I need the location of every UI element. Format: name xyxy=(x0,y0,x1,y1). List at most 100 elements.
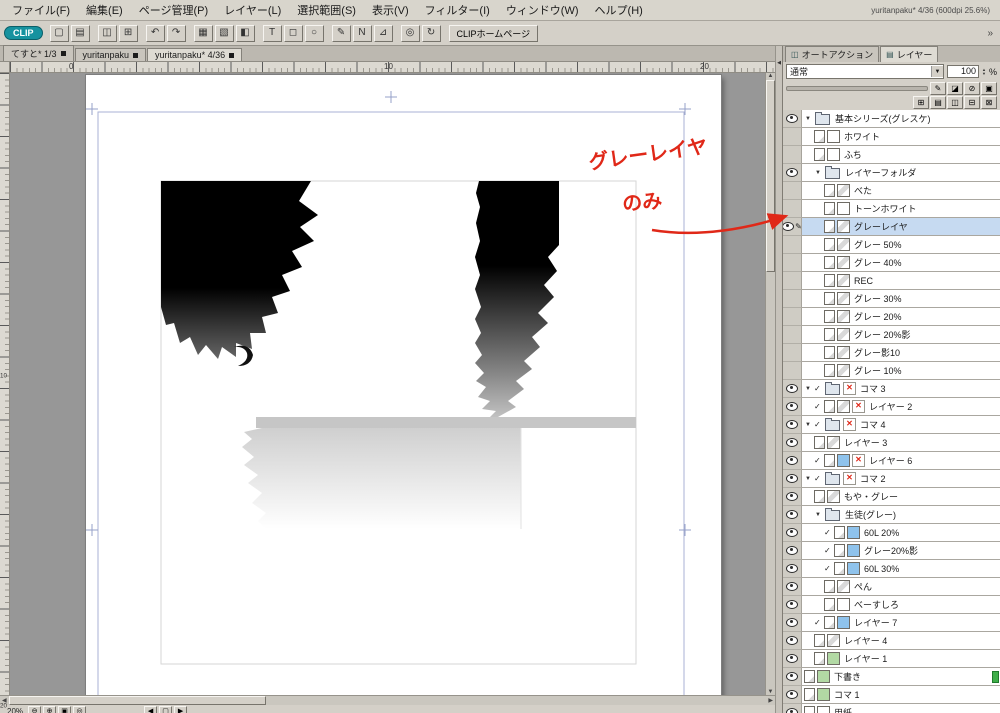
expand-triangle-icon[interactable]: ▼ xyxy=(814,512,822,518)
check-icon[interactable]: ✓ xyxy=(814,420,822,429)
layer-visibility-cell[interactable] xyxy=(783,146,802,164)
save-icon[interactable]: ◫ xyxy=(97,24,117,42)
check-icon[interactable]: ✓ xyxy=(814,474,822,483)
menu-item-7[interactable]: ウィンドウ(W) xyxy=(498,0,587,20)
lock-icon[interactable]: ⊘ xyxy=(964,81,980,95)
expand-triangle-icon[interactable]: ▼ xyxy=(814,170,822,176)
menu-item-0[interactable]: ファイル(F) xyxy=(4,0,78,20)
opacity-input[interactable]: 100 xyxy=(947,65,980,78)
clip-logo[interactable]: CLIP xyxy=(4,26,43,40)
panel-tab-0[interactable]: ◫ オートアクション xyxy=(785,46,880,62)
layer-visibility-cell[interactable] xyxy=(783,308,802,326)
grid-icon[interactable]: ▦ xyxy=(193,24,213,42)
pen-tool-icon[interactable]: ✎ xyxy=(331,24,351,42)
layer-visibility-cell[interactable] xyxy=(783,668,802,686)
doc-tab-2[interactable]: yuritanpaku* 4/36 xyxy=(147,48,243,61)
layer-visibility-cell[interactable] xyxy=(783,254,802,272)
eye-icon[interactable] xyxy=(786,402,798,411)
layer-visibility-cell[interactable] xyxy=(783,200,802,218)
triangle-tool-icon[interactable]: ⊿ xyxy=(373,24,393,42)
layer-item[interactable]: コマ 1 xyxy=(802,686,1000,704)
menu-item-1[interactable]: 編集(E) xyxy=(78,0,131,20)
new-folder-icon[interactable]: ▤ xyxy=(930,96,946,109)
doc-tab-1[interactable]: yuritanpaku xyxy=(74,48,147,61)
layer-item[interactable]: レイヤー 4 xyxy=(802,632,1000,650)
eye-icon[interactable] xyxy=(786,474,798,483)
open-page-icon[interactable]: ▤ xyxy=(70,24,90,42)
scroll-up-icon[interactable]: ▲ xyxy=(768,73,774,79)
layer-item[interactable]: べた xyxy=(802,182,1000,200)
pen-target-icon[interactable]: ✎ xyxy=(930,81,946,95)
expand-triangle-icon[interactable]: ▼ xyxy=(804,476,812,482)
n-tool-icon[interactable]: N xyxy=(352,24,372,42)
layer-visibility-cell[interactable] xyxy=(783,344,802,362)
zoom-in-icon[interactable]: ⊕ xyxy=(43,706,57,713)
layer-item[interactable]: REC xyxy=(802,272,1000,290)
layer-visibility-cell[interactable] xyxy=(783,416,802,434)
check-icon[interactable]: ✓ xyxy=(814,456,822,465)
layer-visibility-cell[interactable] xyxy=(783,182,802,200)
delete-layer-icon[interactable]: ⊠ xyxy=(981,96,997,109)
expand-triangle-icon[interactable]: ▼ xyxy=(804,422,812,428)
horizontal-scroll-thumb[interactable] xyxy=(8,696,266,705)
clip-homepage-button[interactable]: CLIPホームページ xyxy=(448,24,539,42)
check-icon[interactable]: ✓ xyxy=(814,402,822,411)
layer-visibility-cell[interactable] xyxy=(783,506,802,524)
layer-item[interactable]: ✓ レイヤー 7 xyxy=(802,614,1000,632)
menu-item-4[interactable]: 選択範囲(S) xyxy=(289,0,364,20)
layer-item[interactable]: ✓ 60L 30% xyxy=(802,560,1000,578)
frame-icon[interactable]: ◧ xyxy=(235,24,255,42)
opacity-slider[interactable] xyxy=(786,85,928,91)
merge-layer-icon[interactable]: ⊟ xyxy=(964,96,980,109)
doc-tab-0[interactable]: てすと* 1/3 xyxy=(3,45,74,61)
layer-visibility-cell[interactable] xyxy=(783,704,802,713)
layer-item[interactable]: ふち xyxy=(802,146,1000,164)
eye-icon[interactable] xyxy=(786,438,798,447)
blend-mode-select[interactable]: 通常 ▼ xyxy=(786,64,945,79)
layer-item[interactable]: 用紙 xyxy=(802,704,1000,713)
layer-visibility-cell[interactable] xyxy=(783,650,802,668)
layer-item[interactable]: もや・グレー xyxy=(802,488,1000,506)
check-icon[interactable]: ✓ xyxy=(824,546,832,555)
layer-item[interactable]: ホワイト xyxy=(802,128,1000,146)
eye-icon[interactable] xyxy=(786,564,798,573)
new-page-icon[interactable]: ▢ xyxy=(49,24,69,42)
toolbar-overflow-icon[interactable]: » xyxy=(987,28,996,39)
layer-visibility-cell[interactable] xyxy=(783,272,802,290)
layer-item[interactable]: ▼ ✓ ✕ コマ 2 xyxy=(802,470,1000,488)
menu-item-5[interactable]: 表示(V) xyxy=(364,0,417,20)
layer-item[interactable]: 下書き xyxy=(802,668,1000,686)
layer-item[interactable]: ▼ ✓ ✕ コマ 4 xyxy=(802,416,1000,434)
zoom-out-icon[interactable]: ⊖ xyxy=(28,706,42,713)
layer-visibility-cell[interactable] xyxy=(783,578,802,596)
layer-visibility-cell[interactable] xyxy=(783,542,802,560)
menu-item-3[interactable]: レイヤー(L) xyxy=(216,0,289,20)
vertical-scroll-thumb[interactable] xyxy=(766,80,775,272)
menu-item-2[interactable]: ページ管理(P) xyxy=(131,0,216,20)
layer-item[interactable]: グレー 50% xyxy=(802,236,1000,254)
layer-item[interactable]: ✓ ✕ レイヤー 6 xyxy=(802,452,1000,470)
text-tool-icon[interactable]: T xyxy=(262,24,282,42)
canvas-viewport[interactable] xyxy=(10,73,765,695)
eye-icon[interactable] xyxy=(786,528,798,537)
expand-triangle-icon[interactable]: ▼ xyxy=(804,116,812,122)
layer-item[interactable]: グレー 10% xyxy=(802,362,1000,380)
check-icon[interactable]: ✓ xyxy=(814,384,822,393)
rotate-view-icon[interactable]: ↻ xyxy=(421,24,441,42)
eye-icon[interactable] xyxy=(786,546,798,555)
undo-icon[interactable]: ↶ xyxy=(145,24,165,42)
eye-icon[interactable] xyxy=(786,492,798,501)
eye-icon[interactable] xyxy=(786,618,798,627)
layer-item[interactable]: グレー 40% xyxy=(802,254,1000,272)
layer-item[interactable]: レイヤー 1 xyxy=(802,650,1000,668)
layer-visibility-cell[interactable] xyxy=(783,452,802,470)
layer-item[interactable]: ✓ 60L 20% xyxy=(802,524,1000,542)
layer-visibility-cell[interactable] xyxy=(783,164,802,182)
layer-visibility-cell[interactable] xyxy=(783,398,802,416)
layer-visibility-cell[interactable] xyxy=(783,236,802,254)
expand-triangle-icon[interactable]: ▼ xyxy=(804,386,812,392)
new-layer-icon[interactable]: ⊞ xyxy=(913,96,929,109)
chevron-down-icon[interactable]: ▼ xyxy=(931,66,944,77)
layer-item[interactable]: グレーレイヤ xyxy=(802,218,1000,236)
menu-item-8[interactable]: ヘルプ(H) xyxy=(587,0,651,20)
